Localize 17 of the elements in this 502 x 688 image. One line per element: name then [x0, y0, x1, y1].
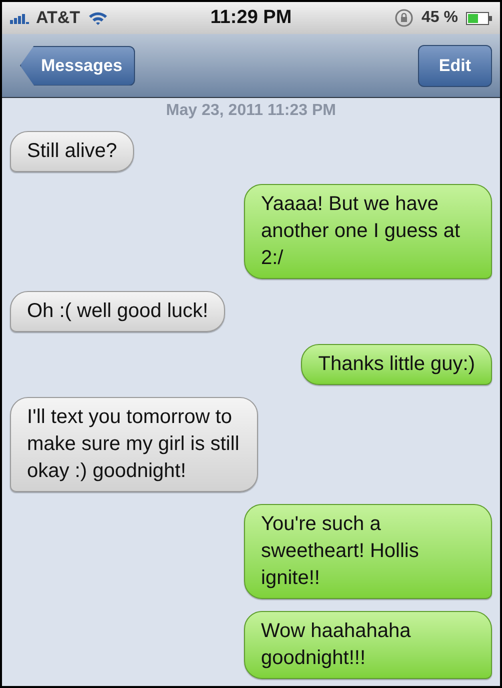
message-bubble: You're such a sweetheart! Hollis ignite!!: [244, 504, 492, 599]
message-bubble: I'll text you tomorrow to make sure my girl is still okay :) goodnight!: [10, 397, 258, 492]
wifi-icon: [88, 11, 108, 25]
back-button[interactable]: Messages: [20, 46, 136, 86]
rotation-lock-icon: [394, 8, 414, 28]
message-bubble: Still alive?: [10, 131, 134, 172]
message-bubble: Thanks little guy:): [301, 344, 492, 385]
clock: 11:29 PM: [210, 6, 292, 30]
battery-percent: 45 %: [422, 8, 458, 28]
signal-icon: [10, 12, 32, 24]
message-bubble: Wow haahahaha goodnight!!!: [244, 611, 492, 679]
carrier-label: AT&T: [36, 7, 80, 30]
timestamp: May 23, 2011 11:23 PM: [165, 101, 337, 121]
message-bubble: Oh :( well good luck!: [10, 291, 226, 332]
edit-button[interactable]: Edit: [418, 44, 492, 86]
message-bubble: Yaaaa! But we have another one I guess at 2:/: [244, 184, 492, 279]
battery-icon: [466, 12, 492, 24]
